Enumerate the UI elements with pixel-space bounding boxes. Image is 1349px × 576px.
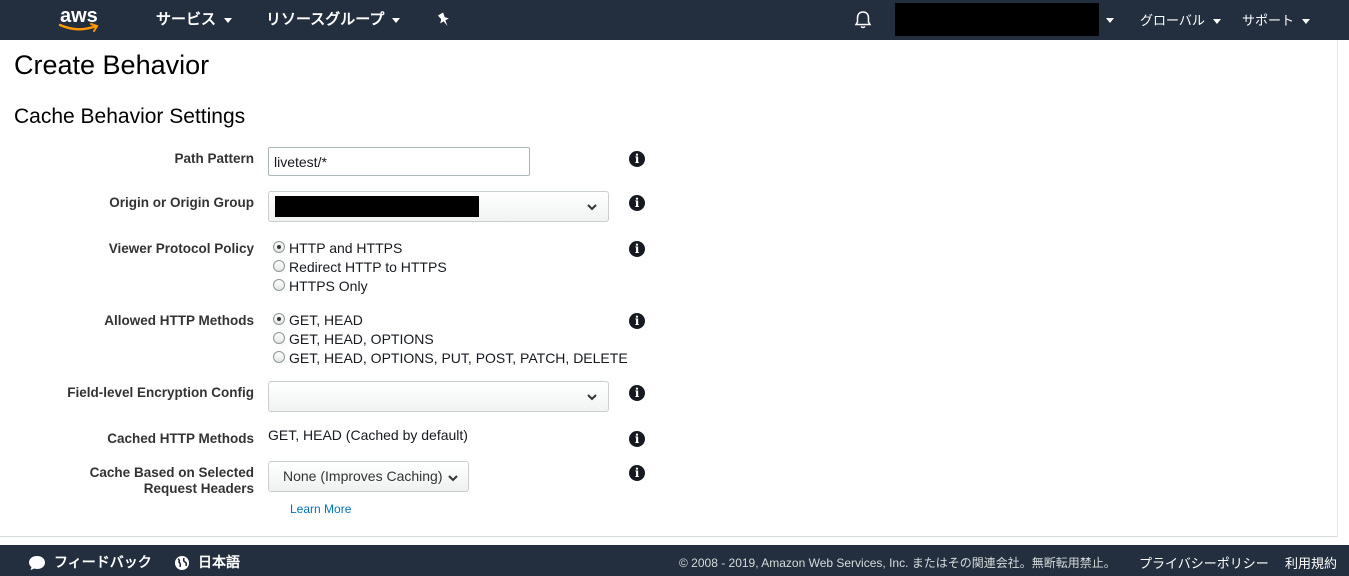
allowed-methods-label: Allowed HTTP Methods xyxy=(104,313,254,328)
radio-label: Redirect HTTP to HTTPS xyxy=(289,259,447,275)
region-menu[interactable]: グローバル xyxy=(1140,11,1221,31)
info-icon[interactable]: i xyxy=(629,151,645,167)
chevron-down-icon xyxy=(587,204,597,211)
origin-label: Origin or Origin Group xyxy=(109,195,254,210)
chevron-down-icon xyxy=(392,17,401,23)
aws-smile-icon xyxy=(58,23,99,32)
section-title: Cache Behavior Settings xyxy=(14,105,246,128)
cache-headers-value: None (Improves Caching) xyxy=(283,468,443,484)
resource-groups-menu[interactable]: リソースグループ xyxy=(266,10,401,30)
chevron-down-icon xyxy=(1212,19,1221,25)
radio-label: GET, HEAD xyxy=(289,312,363,328)
terms-link[interactable]: 利用規約 xyxy=(1285,553,1337,572)
radio-option-all-methods[interactable]: GET, HEAD, OPTIONS, PUT, POST, PATCH, DE… xyxy=(273,349,628,367)
top-navigation-bar: aws サービス リソースグループ グローバル サポート xyxy=(0,0,1349,40)
radio-option-redirect-https[interactable]: Redirect HTTP to HTTPS xyxy=(273,258,447,276)
services-label: サービス xyxy=(156,11,217,28)
radio-label: GET, HEAD, OPTIONS xyxy=(289,331,434,347)
footer-bar: フィードバック 日本語 © 2008 - 2019, Amazon Web Se… xyxy=(0,545,1349,576)
cached-methods-value: GET, HEAD (Cached by default) xyxy=(268,427,468,443)
copyright-text: © 2008 - 2019, Amazon Web Services, Inc.… xyxy=(679,556,1116,570)
info-icon[interactable]: i xyxy=(629,241,645,257)
info-icon[interactable]: i xyxy=(629,465,645,481)
chevron-down-icon xyxy=(224,17,233,23)
origin-select[interactable] xyxy=(268,191,609,222)
chevron-down-icon[interactable] xyxy=(1106,18,1114,23)
globe-icon xyxy=(175,556,189,571)
privacy-policy-link[interactable]: プライバシーポリシー xyxy=(1139,553,1269,572)
radio-option-http-https[interactable]: HTTP and HTTPS xyxy=(273,239,402,257)
language-label: 日本語 xyxy=(198,554,240,570)
fle-config-label: Field-level Encryption Config xyxy=(67,385,254,400)
info-icon[interactable]: i xyxy=(629,431,645,447)
bell-icon[interactable] xyxy=(853,10,873,30)
radio-option-https-only[interactable]: HTTPS Only xyxy=(273,277,368,295)
cached-methods-label: Cached HTTP Methods xyxy=(107,431,254,446)
learn-more-link[interactable]: Learn More xyxy=(290,502,351,516)
radio-label: HTTP and HTTPS xyxy=(289,240,403,256)
cache-headers-label-line2: Request Headers xyxy=(143,481,254,496)
divider xyxy=(0,536,1337,537)
account-menu-redacted[interactable] xyxy=(895,3,1099,36)
path-pattern-input[interactable] xyxy=(268,147,530,176)
info-icon[interactable]: i xyxy=(629,385,645,401)
radio-button[interactable] xyxy=(273,332,285,344)
info-icon[interactable]: i xyxy=(629,195,645,211)
resource-groups-label: リソースグループ xyxy=(266,11,385,28)
support-label: サポート xyxy=(1242,13,1295,28)
support-menu[interactable]: サポート xyxy=(1242,11,1311,31)
radio-button[interactable] xyxy=(273,313,285,325)
radio-option-get-head[interactable]: GET, HEAD xyxy=(273,311,363,329)
aws-logo[interactable]: aws xyxy=(56,3,106,35)
radio-button[interactable] xyxy=(273,241,285,253)
origin-value-redacted xyxy=(275,196,479,217)
chevron-down-icon xyxy=(587,394,597,401)
radio-option-get-head-options[interactable]: GET, HEAD, OPTIONS xyxy=(273,330,434,348)
radio-button[interactable] xyxy=(273,260,285,272)
language-selector[interactable]: 日本語 xyxy=(174,552,240,572)
viewer-protocol-label: Viewer Protocol Policy xyxy=(108,241,254,256)
feedback-button[interactable]: フィードバック xyxy=(28,552,152,572)
radio-label: GET, HEAD, OPTIONS, PUT, POST, PATCH, DE… xyxy=(289,350,628,366)
fle-config-select[interactable] xyxy=(268,381,609,412)
chevron-down-icon xyxy=(1302,19,1311,25)
path-pattern-label: Path Pattern xyxy=(174,151,254,166)
info-icon[interactable]: i xyxy=(629,313,645,329)
services-menu[interactable]: サービス xyxy=(156,10,233,30)
page-title: Create Behavior xyxy=(14,50,210,80)
radio-label: HTTPS Only xyxy=(289,278,368,294)
cache-headers-select[interactable]: None (Improves Caching) xyxy=(268,461,469,492)
radio-button[interactable] xyxy=(273,351,285,363)
chevron-down-icon xyxy=(448,475,458,482)
region-label: グローバル xyxy=(1140,13,1205,28)
pin-icon[interactable] xyxy=(437,12,451,28)
radio-button[interactable] xyxy=(273,279,285,291)
cache-headers-label-line1: Cache Based on Selected xyxy=(89,465,254,480)
chat-bubble-icon xyxy=(29,556,45,571)
scrollbar-track[interactable] xyxy=(1337,40,1338,537)
feedback-label: フィードバック xyxy=(54,554,152,570)
